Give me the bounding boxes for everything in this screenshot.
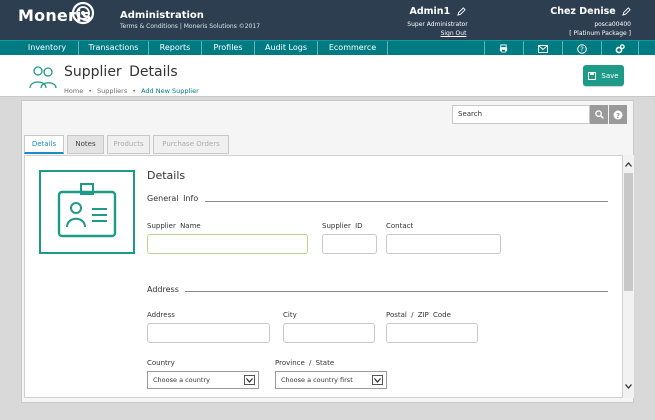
chevron-down-icon [372,375,383,385]
scroll-down-icon[interactable] [623,381,634,391]
panel-help-button[interactable]: ? [609,105,627,124]
user-block: Admin1 Super Administrator Sign Out [390,6,485,37]
svg-text:?: ? [580,45,584,53]
store-block: Chez Denise posca00400 [ Platinum Packag… [550,6,631,37]
nav-ecommerce[interactable]: Ecommerce [318,41,388,56]
store-package: [ Platinum Package ] [569,30,631,37]
address-divider [185,291,608,292]
help-circle-icon: ? [613,110,623,119]
supplier-name-field[interactable] [147,234,308,254]
country-label: Country [147,359,175,367]
search-button[interactable] [590,105,608,124]
province-label: Province / State [275,359,335,367]
breadcrumb-suppliers[interactable]: Suppliers [97,87,127,95]
section-title: Details [147,169,186,182]
nav-inventory[interactable]: Inventory [16,41,79,56]
page-header: Supplier Details Home • Suppliers • Add New … [0,55,655,97]
tab-details[interactable]: Details [24,135,64,154]
general-info-heading: General Info [147,194,199,203]
moneris-logo-swirl-icon [71,1,95,25]
main-panel: Search ? Details Notes Products Purchase… [21,100,634,403]
top-header: Moneris Administration Terms & Condition… [0,0,655,40]
city-label: City [283,311,297,319]
suppliers-people-icon [29,66,57,89]
province-select-value: Choose a country first [281,376,353,384]
user-name: Admin1 [409,6,451,17]
page-title: Supplier Details [64,64,178,80]
save-button-label: Save [601,71,619,80]
settings-icon[interactable] [601,41,639,56]
supplier-name-label: Supplier Name [147,222,201,230]
scroll-thumb[interactable] [624,173,633,291]
terms-link[interactable]: Terms & Conditions | Moneris Solutions ©… [120,23,260,30]
contact-field[interactable] [386,234,501,254]
tab-purchase-orders[interactable]: Purchase Orders [153,135,229,154]
supplier-id-card-icon [39,170,135,254]
search-icon [594,110,604,119]
supplier-id-label: Supplier ID [322,222,363,230]
breadcrumb-home[interactable]: Home [64,87,83,95]
scroll-up-icon[interactable] [623,159,634,169]
svg-text:?: ? [616,111,620,119]
save-button[interactable]: Save [583,65,624,86]
breadcrumb: Home • Suppliers • Add New Supplier [64,87,199,95]
main-nav: Inventory Transactions Reports Profiles … [0,40,655,56]
country-select[interactable]: Choose a country [147,371,259,389]
postal-code-field[interactable] [386,323,478,343]
nav-reports[interactable]: Reports [149,41,202,56]
store-name: Chez Denise [550,6,616,17]
supplier-id-field[interactable] [322,234,377,254]
nav-audit-logs[interactable]: Audit Logs [255,41,318,56]
tab-products[interactable]: Products [107,135,150,154]
province-select[interactable]: Choose a country first [275,371,387,389]
chevron-down-icon [244,375,255,385]
details-form: Details General Info Supplier Name Suppl… [24,155,623,398]
address-heading: Address [147,285,179,294]
nav-transactions[interactable]: Transactions [79,41,149,56]
help-icon[interactable]: ? [562,41,600,56]
nav-profiles[interactable]: Profiles [202,41,255,56]
contact-label: Contact [386,222,414,230]
store-id: posca00400 [594,21,631,28]
tab-notes[interactable]: Notes [67,135,104,154]
mail-icon[interactable] [523,41,561,56]
general-info-divider [205,201,608,202]
city-field[interactable] [283,323,375,343]
breadcrumb-add-new-supplier[interactable]: Add New Supplier [141,87,199,95]
edit-store-pencil-icon[interactable] [622,7,631,16]
printer-icon[interactable] [484,41,522,56]
search-input[interactable]: Search [452,105,590,124]
app-title: Administration [120,10,204,21]
user-role: Super Administrator [407,21,468,28]
sign-out-link[interactable]: Sign Out [390,30,485,37]
address-label: Address [147,311,175,319]
postal-code-label: Postal / ZIP Code [386,311,451,319]
country-select-value: Choose a country [153,376,210,384]
edit-user-pencil-icon[interactable] [456,7,466,16]
save-disk-icon [588,71,597,80]
address-field[interactable] [147,323,270,343]
form-scrollbar[interactable] [623,155,634,398]
